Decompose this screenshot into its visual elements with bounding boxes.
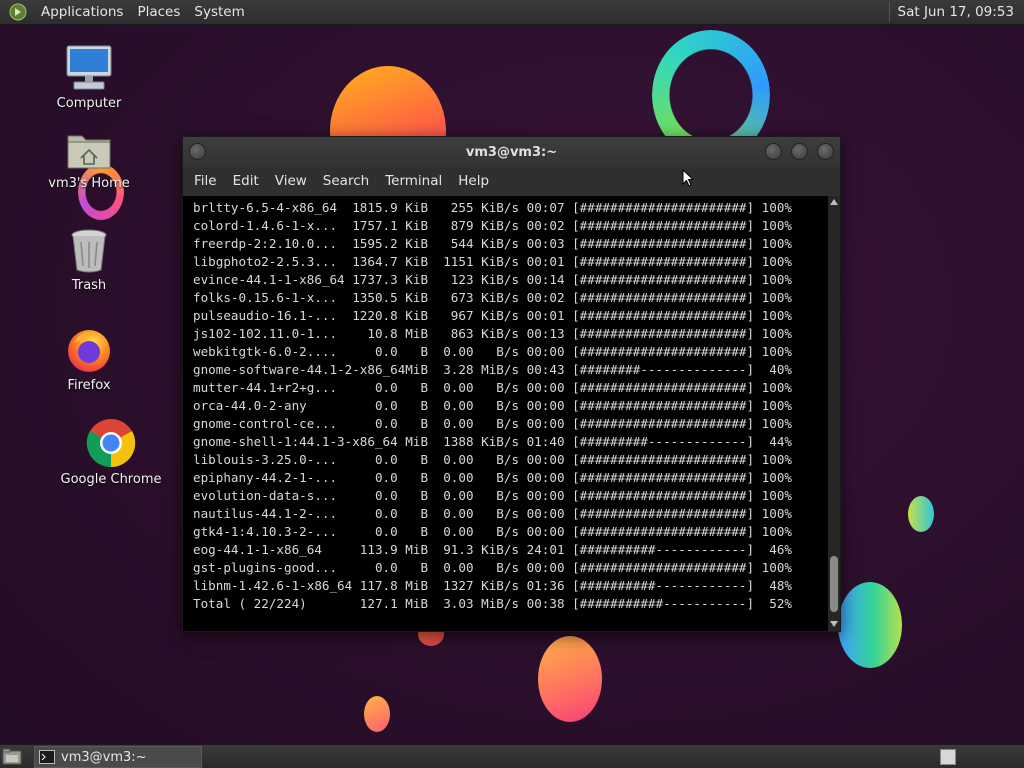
terminal-line: brltty-6.5-4-x86_64 1815.9 KiB 255 KiB/s… xyxy=(193,200,792,215)
terminal-line: eog-44.1-1-x86_64 113.9 MiB 91.3 KiB/s 2… xyxy=(193,542,792,557)
terminal-window[interactable]: vm3@vm3:~ File Edit View Search Terminal… xyxy=(182,136,841,632)
terminal-line: gst-plugins-good... 0.0 B 0.00 B/s 00:00… xyxy=(193,560,792,575)
terminal-line: js102-102.11.0-1... 10.8 MiB 863 KiB/s 0… xyxy=(193,326,792,341)
wallpaper-blob xyxy=(908,496,934,532)
applications-menu[interactable]: Applications xyxy=(34,0,130,25)
menu-help[interactable]: Help xyxy=(450,173,497,189)
desktop-icon-label: Firefox xyxy=(67,378,111,393)
desktop-icon-label: Computer xyxy=(56,96,122,111)
maximize-button[interactable] xyxy=(791,143,808,160)
menu-edit[interactable]: Edit xyxy=(225,173,267,189)
terminal-line: gtk4-1:4.10.3-2-... 0.0 B 0.00 B/s 00:00… xyxy=(193,524,792,539)
terminal-line: Total ( 22/224) 127.1 MiB 3.03 MiB/s 00:… xyxy=(193,596,792,611)
terminal-line: nautilus-44.1-2-... 0.0 B 0.00 B/s 00:00… xyxy=(193,506,792,521)
scroll-down-arrow-icon[interactable] xyxy=(830,621,838,627)
close-button[interactable] xyxy=(817,143,834,160)
top-panel: Applications Places System Sat Jun 17, 0… xyxy=(0,0,1024,25)
show-desktop-icon[interactable] xyxy=(2,748,22,766)
chrome-icon xyxy=(86,419,136,468)
terminal-line: pulseaudio-16.1-... 1220.8 KiB 967 KiB/s… xyxy=(193,308,792,323)
system-menu[interactable]: System xyxy=(187,0,251,25)
terminal-icon xyxy=(39,750,55,764)
firefox-icon xyxy=(68,330,110,372)
scrollbar-thumb[interactable] xyxy=(830,556,838,612)
terminal-line: gnome-control-ce... 0.0 B 0.00 B/s 00:00… xyxy=(193,416,792,431)
trash-icon xyxy=(71,229,107,273)
terminal-line: webkitgtk-6.0-2.... 0.0 B 0.00 B/s 00:00… xyxy=(193,344,792,359)
desktop-icon-label: Google Chrome xyxy=(60,472,162,487)
wallpaper-blob xyxy=(838,582,902,668)
home-folder-icon xyxy=(67,135,111,169)
bottom-panel: vm3@vm3:~ xyxy=(0,744,1024,768)
terminal-output[interactable]: brltty-6.5-4-x86_64 1815.9 KiB 255 KiB/s… xyxy=(183,196,828,631)
foot-logo-icon[interactable] xyxy=(8,2,28,22)
minimize-button[interactable] xyxy=(765,143,782,160)
desktop-icon-firefox[interactable]: Firefox xyxy=(48,326,130,393)
window-title: vm3@vm3:~ xyxy=(465,144,558,160)
terminal-scrollbar[interactable] xyxy=(828,196,840,631)
terminal-line: epiphany-44.2-1-... 0.0 B 0.00 B/s 00:00… xyxy=(193,470,792,485)
terminal-line: gnome-shell-1:44.1-3-x86_64 MiB 1388 KiB… xyxy=(193,434,792,449)
menu-search[interactable]: Search xyxy=(315,173,377,189)
workspace-switcher-icon[interactable] xyxy=(940,749,956,765)
desktop-icon-label: vm3's Home xyxy=(48,176,130,191)
places-menu[interactable]: Places xyxy=(130,0,187,25)
desktop-icon-chrome[interactable]: Google Chrome xyxy=(56,418,166,487)
terminal-line: freerdp-2:2.10.0... 1595.2 KiB 544 KiB/s… xyxy=(193,236,792,251)
clock[interactable]: Sat Jun 17, 09:53 xyxy=(888,2,1020,22)
computer-icon xyxy=(66,45,112,90)
terminal-menubar: File Edit View Search Terminal Help xyxy=(183,167,840,195)
scroll-up-arrow-icon[interactable] xyxy=(830,199,838,205)
desktop-icon-label: Trash xyxy=(71,278,107,293)
terminal-line: libgphoto2-2.5.3... 1364.7 KiB 1151 KiB/… xyxy=(193,254,792,269)
desktop-icon-computer[interactable]: Computer xyxy=(48,44,130,111)
terminal-line: libnm-1.42.6-1-x86_64 117.8 MiB 1327 KiB… xyxy=(193,578,792,593)
taskbar-button-label: vm3@vm3:~ xyxy=(61,749,147,765)
menu-view[interactable]: View xyxy=(267,173,315,189)
terminal-line: evince-44.1-1-x86_64 1737.3 KiB 123 KiB/… xyxy=(193,272,792,287)
terminal-line: colord-1.4.6-1-x... 1757.1 KiB 879 KiB/s… xyxy=(193,218,792,233)
taskbar-button-terminal[interactable]: vm3@vm3:~ xyxy=(34,746,202,768)
menu-terminal[interactable]: Terminal xyxy=(377,173,450,189)
window-menu-button[interactable] xyxy=(189,143,206,160)
terminal-line: liblouis-3.25.0-... 0.0 B 0.00 B/s 00:00… xyxy=(193,452,792,467)
desktop-icon-trash[interactable]: Trash xyxy=(48,228,130,293)
terminal-line: orca-44.0-2-any 0.0 B 0.00 B/s 00:00 [##… xyxy=(193,398,792,413)
wallpaper-blob xyxy=(364,696,390,732)
terminal-titlebar[interactable]: vm3@vm3:~ xyxy=(183,137,840,167)
menu-file[interactable]: File xyxy=(186,173,225,189)
wallpaper-blob xyxy=(538,636,602,722)
terminal-line: mutter-44.1+r2+g... 0.0 B 0.00 B/s 00:00… xyxy=(193,380,792,395)
terminal-line: evolution-data-s... 0.0 B 0.00 B/s 00:00… xyxy=(193,488,792,503)
terminal-line: folks-0.15.6-1-x... 1350.5 KiB 673 KiB/s… xyxy=(193,290,792,305)
desktop-icon-home[interactable]: vm3's Home xyxy=(48,128,130,191)
terminal-line: gnome-software-44.1-2-x86_64MiB 3.28 MiB… xyxy=(193,362,792,377)
mouse-cursor-icon xyxy=(682,169,694,187)
